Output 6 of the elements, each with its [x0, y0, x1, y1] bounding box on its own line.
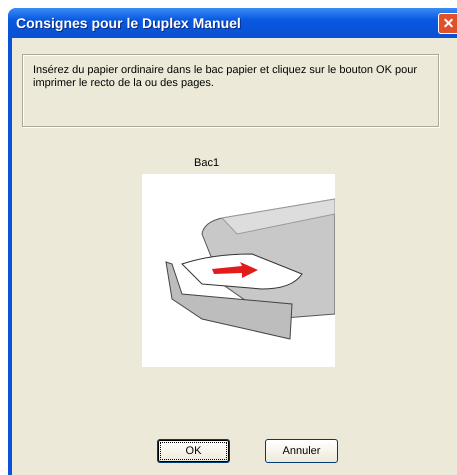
- tray-label: Bac1: [194, 157, 220, 169]
- instruction-text: Insérez du papier ordinaire dans le bac papier et cliquez sur le bouton OK pour imprimer le recto de la ou des pages.: [22, 54, 439, 127]
- cancel-button[interactable]: Annuler: [265, 439, 338, 463]
- window-title: Consignes pour le Duplex Manuel: [16, 15, 241, 31]
- close-button[interactable]: ×: [438, 12, 457, 34]
- ok-button[interactable]: OK: [157, 439, 230, 463]
